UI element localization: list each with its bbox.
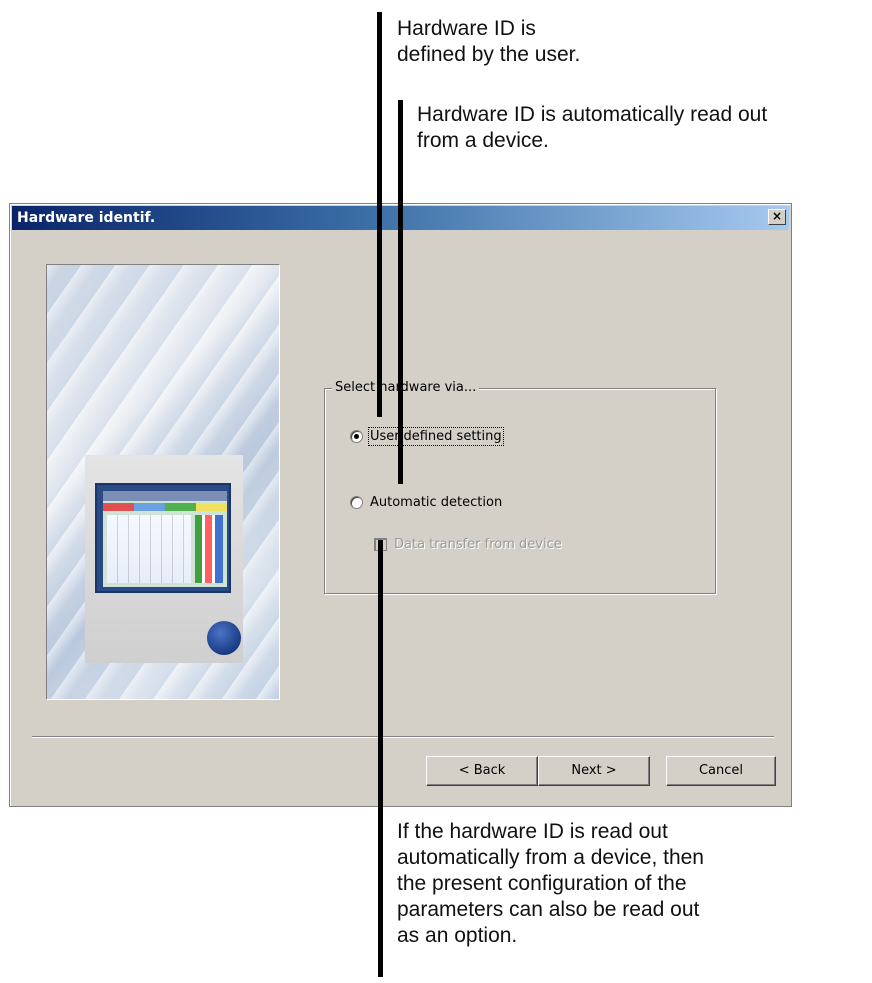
- radio-user-defined[interactable]: [350, 430, 363, 443]
- close-icon: ×: [771, 209, 783, 223]
- callout-user-defined: Hardware ID is defined by the user.: [397, 16, 580, 68]
- device-screen: [103, 491, 227, 587]
- callout-data-transfer: If the hardware ID is read out automatic…: [397, 819, 704, 949]
- device-front-panel: [95, 483, 231, 593]
- radio-automatic[interactable]: [350, 496, 363, 509]
- group-title: Select hardware via...: [332, 380, 480, 395]
- dialog-title: Hardware identif.: [17, 210, 156, 226]
- callout-data-transfer-line-4: parameters can also be read out: [397, 898, 700, 921]
- device-image: [85, 455, 243, 663]
- callout-line-data-transfer: [378, 540, 383, 977]
- label-user-defined[interactable]: User-defined setting: [368, 427, 504, 446]
- close-button[interactable]: ×: [768, 209, 786, 225]
- device-illustration: [46, 264, 280, 700]
- label-data-transfer[interactable]: Data transfer from device: [394, 537, 562, 552]
- callout-data-transfer-line-1: If the hardware ID is read out: [397, 820, 668, 843]
- radio-selected-dot: [354, 434, 359, 439]
- callout-data-transfer-line-5: as an option.: [397, 924, 518, 947]
- callout-automatic-line-1: Hardware ID is automatically read out: [417, 103, 768, 126]
- cancel-button[interactable]: Cancel: [666, 756, 776, 786]
- next-button[interactable]: Next >: [538, 756, 650, 786]
- callout-line-automatic: [398, 100, 403, 484]
- device-knob-icon: [207, 621, 241, 655]
- callout-user-defined-line-1: Hardware ID is: [397, 17, 536, 40]
- button-separator: [32, 736, 774, 738]
- back-button[interactable]: < Back: [426, 756, 538, 786]
- callout-line-user-defined: [377, 12, 382, 417]
- callout-automatic: Hardware ID is automatically read out fr…: [417, 102, 767, 154]
- callout-data-transfer-line-2: automatically from a device, then: [397, 846, 704, 869]
- callout-automatic-line-2: from a device.: [417, 129, 549, 152]
- callout-user-defined-line-2: defined by the user.: [397, 43, 581, 66]
- callout-data-transfer-line-3: the present configuration of the: [397, 872, 687, 895]
- label-automatic[interactable]: Automatic detection: [370, 495, 502, 510]
